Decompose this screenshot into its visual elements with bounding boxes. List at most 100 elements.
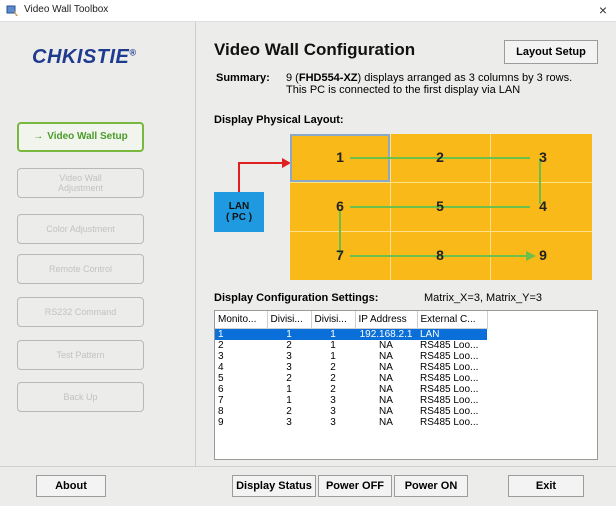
sidebar-item-label: Test Pattern xyxy=(56,350,105,360)
table-cell: 1 xyxy=(215,328,267,340)
sidebar-item-test-pattern[interactable]: Test Pattern xyxy=(17,340,144,370)
table-row[interactable]: 1 1 1 192.168.2.1 LAN xyxy=(215,328,487,340)
table-cell: RS485 Loo... xyxy=(420,394,479,406)
power-off-button[interactable]: Power OFF xyxy=(318,475,392,497)
table-cell: 2 xyxy=(330,383,336,395)
table-cell: 1 xyxy=(267,328,311,340)
table-cell: 9 xyxy=(218,416,224,428)
table-row[interactable]: 2 2 1 NA RS485 Loo... xyxy=(215,340,487,351)
table-cell: NA xyxy=(379,361,393,373)
table-cell: NA xyxy=(379,372,393,384)
column-header[interactable]: External C... xyxy=(417,311,488,329)
window-title: Video Wall Toolbox xyxy=(24,4,109,15)
exit-button[interactable]: Exit xyxy=(508,475,584,497)
table-cell: NA xyxy=(379,350,393,362)
sidebar-item-label: RS232 Command xyxy=(44,307,117,317)
lan-label: LAN xyxy=(228,201,250,212)
table-cell: RS485 Loo... xyxy=(420,350,479,362)
table-cell: 2 xyxy=(330,372,336,384)
sidebar-item-label: Color Adjustment xyxy=(46,224,115,234)
sidebar: CHKISTIE® → Video Wall Setup Video Wall … xyxy=(0,22,196,466)
table-cell: 2 xyxy=(286,405,292,417)
table-row[interactable]: 3 3 1 NA RS485 Loo... xyxy=(215,351,487,362)
table-cell: 3 xyxy=(218,350,224,362)
sidebar-item-rs232-command[interactable]: RS232 Command xyxy=(17,297,144,327)
table-cell: RS485 Loo... xyxy=(420,361,479,373)
table-cell: 3 xyxy=(330,394,336,406)
display-number: 3 xyxy=(539,149,547,165)
app-client: CHKISTIE® → Video Wall Setup Video Wall … xyxy=(0,22,616,506)
table-row[interactable]: 5 2 2 NA RS485 Loo... xyxy=(215,373,487,384)
lan-pc-box: LAN ( PC ) xyxy=(214,192,264,232)
matrix-label: Matrix_X=3, Matrix_Y=3 xyxy=(424,292,542,304)
display-number: 4 xyxy=(539,198,547,214)
sidebar-item-back-up[interactable]: Back Up xyxy=(17,382,144,412)
about-button[interactable]: About xyxy=(36,475,106,497)
column-header[interactable]: Divisi... xyxy=(311,311,356,329)
arrow-right-icon: → xyxy=(33,131,44,142)
display-number: 8 xyxy=(436,247,444,263)
pc-label: ( PC ) xyxy=(225,212,253,223)
layout-setup-button[interactable]: Layout Setup xyxy=(504,40,598,64)
sidebar-item-label: Video Wall Adjustment xyxy=(57,173,104,193)
table-cell: RS485 Loo... xyxy=(420,372,479,384)
title-bar: Video Wall Toolbox × xyxy=(0,0,616,22)
table-cell: NA xyxy=(379,394,393,406)
sidebar-item-remote-control[interactable]: Remote Control xyxy=(17,254,144,284)
table-row[interactable]: 7 1 3 NA RS485 Loo... xyxy=(215,395,487,406)
table-cell: 3 xyxy=(330,405,336,417)
table-cell: RS485 Loo... xyxy=(420,339,479,351)
table-cell: NA xyxy=(379,405,393,417)
table-header: Monito... Divisi... Divisi... IP Address… xyxy=(215,311,488,329)
power-on-button[interactable]: Power ON xyxy=(394,475,468,497)
table-row[interactable]: 6 1 2 NA RS485 Loo... xyxy=(215,384,487,395)
brand-logo: CHKISTIE® xyxy=(32,46,137,68)
display-status-button[interactable]: Display Status xyxy=(232,475,316,497)
table-cell: 1 xyxy=(286,383,292,395)
close-icon[interactable]: × xyxy=(596,2,610,18)
table-cell: 5 xyxy=(218,372,224,384)
display-number: 9 xyxy=(539,247,547,263)
table-cell: 3 xyxy=(286,416,292,428)
sidebar-item-color-adjustment[interactable]: Color Adjustment xyxy=(17,214,144,244)
table-cell: 1 xyxy=(330,350,336,362)
config-table[interactable]: Monito... Divisi... Divisi... IP Address… xyxy=(214,310,598,460)
table-cell: 1 xyxy=(330,339,336,351)
table-row[interactable]: 4 3 2 NA RS485 Loo... xyxy=(215,362,487,373)
sidebar-item-label: Video Wall Setup xyxy=(47,131,128,142)
sidebar-item-label: Back Up xyxy=(63,392,98,402)
display-grid: 1 2 3 4 5 6 7 8 9 xyxy=(290,134,592,280)
table-cell: 7 xyxy=(218,394,224,406)
bottom-bar: About Display Status Power OFF Power ON … xyxy=(0,466,616,506)
sidebar-item-video-wall-adjustment[interactable]: Video Wall Adjustment xyxy=(17,168,144,198)
table-cell: NA xyxy=(379,416,393,428)
table-cell: RS485 Loo... xyxy=(420,416,479,428)
table-cell: 4 xyxy=(218,361,224,373)
table-cell: NA xyxy=(379,383,393,395)
display-number: 7 xyxy=(336,247,344,263)
table-cell: 6 xyxy=(218,383,224,395)
table-cell: 3 xyxy=(286,361,292,373)
table-cell: 192.168.2.1 xyxy=(355,328,417,340)
sidebar-item-video-wall-setup[interactable]: → Video Wall Setup xyxy=(17,122,144,152)
column-header[interactable]: Divisi... xyxy=(267,311,312,329)
table-cell: 2 xyxy=(286,372,292,384)
table-cell: 3 xyxy=(330,416,336,428)
column-header[interactable]: IP Address xyxy=(355,311,418,329)
config-settings-label: Display Configuration Settings: xyxy=(214,292,379,304)
display-number: 2 xyxy=(436,149,444,165)
table-cell: RS485 Loo... xyxy=(420,383,479,395)
table-cell: RS485 Loo... xyxy=(420,405,479,417)
table-cell: 2 xyxy=(218,339,224,351)
table-cell: 1 xyxy=(286,394,292,406)
table-cell: 3 xyxy=(286,350,292,362)
table-cell: NA xyxy=(379,339,393,351)
table-row[interactable]: 8 2 3 NA RS485 Loo... xyxy=(215,406,487,417)
table-cell: 2 xyxy=(286,339,292,351)
column-header[interactable]: Monito... xyxy=(215,311,268,329)
table-row[interactable]: 9 3 3 NA RS485 Loo... xyxy=(215,417,487,428)
main-panel: Video Wall Configuration Layout Setup Su… xyxy=(196,22,616,466)
display-number: 1 xyxy=(336,149,344,165)
display-number: 6 xyxy=(336,198,344,214)
table-cell: 2 xyxy=(330,361,336,373)
